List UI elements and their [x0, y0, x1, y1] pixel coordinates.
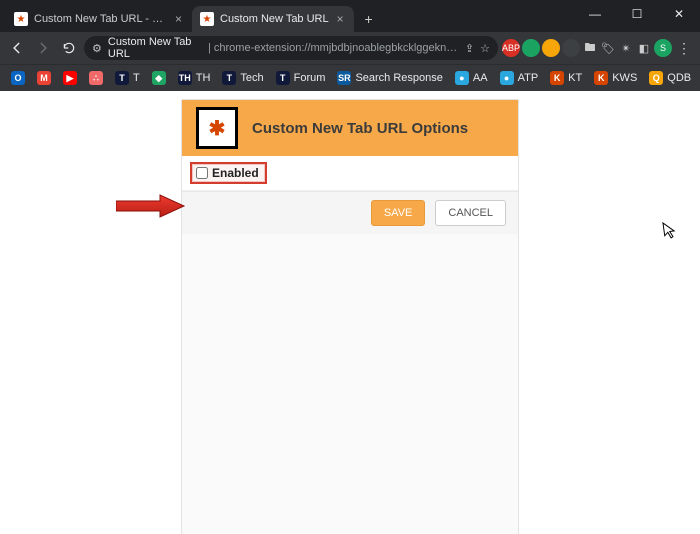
kt-icon: K [550, 71, 564, 85]
bookmark-tw[interactable]: TT [110, 69, 145, 87]
bookmark-aa[interactable]: ● AA [450, 69, 493, 87]
extension-logo-icon: ✱ [196, 107, 238, 149]
enabled-row: Enabled [182, 156, 518, 191]
lambda-icon: ◆ [152, 71, 166, 85]
maximize-button[interactable]: ☐ [616, 0, 658, 28]
tab-favicon-icon: ★ [200, 12, 214, 26]
enabled-checkbox[interactable] [196, 167, 208, 179]
tab-title: Custom New Tab URL - Chrome [34, 13, 167, 25]
browser-menu-button[interactable]: ⋮ [674, 40, 694, 57]
bookmark-label: QDB [667, 72, 691, 84]
bookmark-forum[interactable]: T Forum [271, 69, 331, 87]
bookmark-label: T [133, 72, 140, 84]
aa-icon: ● [455, 71, 469, 85]
options-body: Enabled [182, 156, 518, 191]
page-content: ✱ Custom New Tab URL Options Enabled SAV… [0, 91, 700, 534]
green-dot[interactable] [522, 39, 540, 57]
extension-tray: ABP 🖿🏷✴◧ S ⋮ [502, 39, 694, 57]
bookmark-gmail[interactable]: M [32, 69, 56, 87]
tab-favicon-icon: ★ [14, 12, 28, 26]
address-bar[interactable]: ⚙ Custom New Tab URL | chrome-extension:… [84, 36, 498, 60]
cancel-button[interactable]: CANCEL [435, 200, 506, 226]
bookmark-star-icon[interactable]: ☆ [480, 42, 490, 55]
puzzle-ext[interactable]: ✴ [618, 40, 634, 56]
profile-avatar[interactable]: S [654, 39, 672, 57]
bookmark-qdb[interactable]: Q QDB [644, 69, 696, 87]
qdb-icon: Q [649, 71, 663, 85]
mouse-cursor-icon [662, 220, 678, 240]
toolbar: ⚙ Custom New Tab URL | chrome-extension:… [0, 32, 700, 64]
tab-0[interactable]: ★ Custom New Tab URL - Chrome × [6, 6, 192, 32]
window-ext[interactable]: ◧ [636, 40, 652, 56]
bookmark-th[interactable]: TH TH [173, 69, 216, 87]
reload-button[interactable] [58, 37, 80, 59]
close-icon[interactable]: × [335, 12, 346, 26]
bookmarks-bar: OM▶∴TT◆THTHTTechTForumSRSearch Response●… [0, 64, 700, 91]
bookmark-label: Forum [294, 72, 326, 84]
close-icon[interactable]: × [173, 12, 184, 26]
bookmark-atp[interactable]: ● ATP [495, 69, 544, 87]
search-response-icon: SR [337, 71, 351, 85]
options-header: ✱ Custom New Tab URL Options [182, 100, 518, 156]
bookmark-label: AA [473, 72, 488, 84]
bookmark-asana[interactable]: ∴ [84, 69, 108, 87]
site-info-icon[interactable]: ⚙ [92, 42, 102, 55]
close-window-button[interactable]: ✕ [658, 0, 700, 28]
url-text: | chrome-extension://mmjbdbjnoablegbkckl… [208, 42, 459, 54]
bookmark-label: Tech [240, 72, 263, 84]
outlook-icon: O [11, 71, 25, 85]
youtube-icon: ▶ [63, 71, 77, 85]
window-controls: — ☐ ✕ [574, 0, 700, 28]
tab-1[interactable]: ★ Custom New Tab URL × [192, 6, 354, 32]
options-title: Custom New Tab URL Options [252, 120, 468, 137]
bookmark-tech[interactable]: T Tech [217, 69, 268, 87]
options-footer: SAVE CANCEL [182, 191, 518, 234]
folder-ext[interactable]: 🖿 [582, 40, 598, 56]
bookmark-lambda[interactable]: ◆ [147, 69, 171, 87]
bookmark-search-response[interactable]: SR Search Response [332, 69, 447, 87]
bookmark-label: TH [196, 72, 211, 84]
asana-icon: ∴ [89, 71, 103, 85]
bookmark-label: ATP [518, 72, 539, 84]
enabled-highlight: Enabled [190, 162, 267, 184]
bookmark-label: KWS [612, 72, 637, 84]
bookmark-outlook[interactable]: O [6, 69, 30, 87]
kws-icon: K [594, 71, 608, 85]
browser-titlebar: ★ Custom New Tab URL - Chrome × ★ Custom… [0, 0, 700, 32]
orange-dot[interactable] [542, 39, 560, 57]
tag-ext[interactable]: 🏷 [600, 40, 616, 56]
enabled-label: Enabled [212, 166, 259, 180]
save-button[interactable]: SAVE [371, 200, 426, 226]
forward-button[interactable] [32, 37, 54, 59]
share-icon[interactable]: ⇪ [465, 42, 474, 55]
new-tab-button[interactable]: + [358, 8, 380, 30]
bookmark-youtube[interactable]: ▶ [58, 69, 82, 87]
bookmark-label: KT [568, 72, 582, 84]
gmail-icon: M [37, 71, 51, 85]
url-scheme-label: Custom New Tab URL [108, 36, 202, 60]
forum-icon: T [276, 71, 290, 85]
bookmark-kws[interactable]: K KWS [589, 69, 642, 87]
options-card: ✱ Custom New Tab URL Options Enabled SAV… [181, 99, 519, 534]
bookmark-kt[interactable]: K KT [545, 69, 587, 87]
dark-dot[interactable] [562, 39, 580, 57]
abp-badge[interactable]: ABP [502, 39, 520, 57]
th-icon: TH [178, 71, 192, 85]
tab-title: Custom New Tab URL [220, 13, 329, 25]
tw-icon: T [115, 71, 129, 85]
back-button[interactable] [6, 37, 28, 59]
tech-icon: T [222, 71, 236, 85]
bookmark-label: Search Response [355, 72, 442, 84]
minimize-button[interactable]: — [574, 0, 616, 28]
annotation-arrow-icon [116, 193, 186, 219]
atp-icon: ● [500, 71, 514, 85]
